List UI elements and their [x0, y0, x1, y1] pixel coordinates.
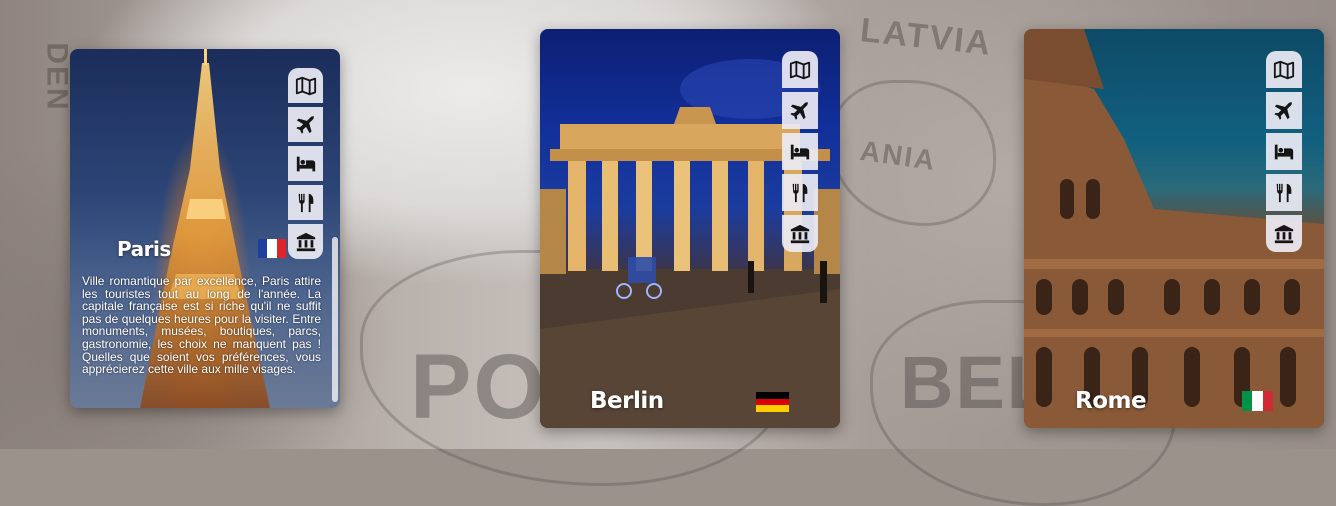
museum-icon[interactable]	[288, 224, 323, 259]
museum-icon[interactable]	[782, 215, 818, 252]
map-icon[interactable]	[782, 51, 818, 88]
france-flag-icon	[258, 239, 286, 258]
description-scrollbar[interactable]	[332, 237, 338, 402]
city-description: Ville romantique par excellence, Paris a…	[82, 274, 321, 377]
restaurant-icon[interactable]	[1266, 174, 1302, 211]
germany-flag-icon	[756, 392, 789, 413]
city-card-paris[interactable]: Paris Ville romantique par excellence, P…	[70, 49, 340, 408]
museum-icon[interactable]	[1266, 215, 1302, 252]
city-name: Rome	[1075, 388, 1147, 414]
action-icon-bar	[288, 68, 323, 259]
city-name: Berlin	[590, 388, 664, 414]
city-name: Paris	[117, 237, 171, 261]
bed-icon[interactable]	[1266, 133, 1302, 170]
restaurant-icon[interactable]	[288, 185, 323, 220]
bed-icon[interactable]	[782, 133, 818, 170]
plane-icon[interactable]	[288, 107, 323, 142]
map-label-latvia: LATVIA	[858, 11, 994, 63]
action-icon-bar	[1266, 51, 1302, 252]
map-icon[interactable]	[1266, 51, 1302, 88]
map-label-den: DEN	[40, 42, 74, 112]
bed-icon[interactable]	[288, 146, 323, 181]
italy-flag-icon	[1242, 391, 1273, 411]
restaurant-icon[interactable]	[782, 174, 818, 211]
action-icon-bar	[782, 51, 818, 252]
map-icon[interactable]	[288, 68, 323, 103]
city-card-rome[interactable]: Rome	[1024, 29, 1324, 428]
plane-icon[interactable]	[1266, 92, 1302, 129]
city-card-berlin[interactable]: Berlin	[540, 29, 840, 428]
plane-icon[interactable]	[782, 92, 818, 129]
